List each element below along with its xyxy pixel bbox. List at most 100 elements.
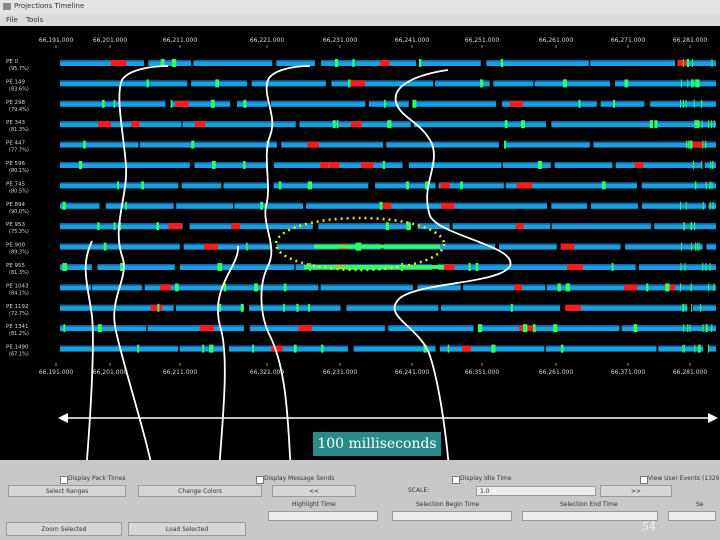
busy-segment-edge [708,345,716,348]
selection-length-label: Se [696,501,704,508]
message-send-mark [557,283,561,292]
busy-segment-edge [273,182,369,184]
message-send-mark [694,344,696,353]
message-send-mark [562,79,568,88]
select-ranges-button[interactable]: Select Ranges [8,485,126,497]
busy-segment-edge [692,304,716,307]
message-send-mark [687,79,689,88]
message-send-mark [278,181,282,190]
message-send-mark [352,59,355,67]
busy-segment-edge [193,60,273,62]
processor-utilization: (80.1%) [9,168,29,174]
menu-file[interactable]: File [6,16,18,24]
busy-segment-edge [331,80,434,82]
message-send-mark [696,242,698,251]
view-user-events-checkbox[interactable] [640,476,648,484]
display-message-sends-label: Display Message Sends [264,475,335,482]
menu-tools[interactable]: Tools [26,16,43,24]
busy-segment-edge [419,60,481,62]
busy-segment-edge [191,80,248,82]
message-send-mark [685,303,687,312]
busy-segment-edge [183,243,271,246]
processor-label: PE 149 [6,79,26,85]
message-send-mark [692,79,694,88]
time-axis-top-tick: 66,281.000 [673,37,708,44]
message-send-mark [713,120,715,129]
busy-segment-edge [449,202,548,205]
message-send-mark [211,99,214,108]
processor-utilization: (79.4%) [9,107,29,113]
highlight-time-field[interactable] [268,511,378,521]
message-send-mark [504,120,508,129]
message-send-mark [246,242,248,251]
selection-end-time-field[interactable] [522,511,658,521]
idle-block [110,60,127,66]
busy-segment-edge [654,223,716,225]
time-axis-bottom-tick: 66,351.000 [465,369,500,376]
timeline-panel[interactable]: 66,191.000 66,201.000 66,211.000 66,221.000… [0,26,720,460]
processor-utilization: (81.3%) [9,127,29,133]
message-send-mark [689,324,691,333]
message-send-mark [694,120,699,129]
selection-length-field[interactable] [668,511,716,521]
zoom-selected-button[interactable]: Zoom Selected [6,522,122,536]
scroll-left-button[interactable]: << [272,485,356,497]
selection-begin-time-field[interactable] [392,511,512,521]
timeline-canvas[interactable]: 66,191.000 66,201.000 66,211.000 66,221.000… [0,26,720,460]
message-send-mark [613,99,616,108]
message-send-mark [649,120,654,129]
scale-arrow-right-head [708,413,718,423]
message-send-mark [694,222,696,231]
processor-utilization: (72.7%) [9,311,29,317]
message-send-mark [693,99,695,108]
message-send-mark [321,344,324,353]
message-send-mark [103,242,107,251]
message-send-mark [702,201,704,210]
processor-label: PE 1192 [6,304,29,310]
idle-block [441,202,455,209]
message-send-mark [695,79,700,88]
scale-input[interactable]: 1.0 [476,486,596,496]
busy-segment-edge [139,141,277,144]
idle-block [160,284,171,291]
change-colors-button[interactable]: Change Colors [138,485,262,497]
message-send-mark [348,79,351,88]
message-send-mark [690,140,692,149]
message-send-mark [692,161,694,169]
message-send-mark [500,59,504,67]
idle-block [560,243,575,250]
idle-block [320,162,329,168]
window-menu-icon[interactable] [3,3,11,10]
message-send-mark [480,79,484,88]
message-send-mark [685,201,687,210]
scale-label: SCALE: [408,487,430,494]
message-send-mark [665,283,670,292]
message-send-mark [709,181,711,190]
message-send-mark [553,324,558,333]
load-selected-button[interactable]: Load Selected [128,522,246,536]
idle-block [440,182,450,189]
message-send-mark [97,324,102,333]
display-message-sends-checkbox[interactable] [256,476,264,484]
message-send-mark [97,222,100,231]
message-send-mark [283,303,285,312]
scroll-right-button[interactable]: >> [600,485,672,497]
processor-label: PE 745 [6,181,26,187]
message-send-mark [702,263,704,271]
message-send-mark [683,324,685,333]
processor-label: PE 1341 [6,324,29,330]
message-send-mark [385,222,389,231]
busy-segment-edge [105,202,174,205]
busy-segment-edge [97,264,175,266]
time-axis-bottom-tick: 66,371.000 [611,369,646,376]
message-send-mark [705,181,707,190]
message-send-mark [685,99,687,108]
window-title: Projections Timeline [14,2,85,10]
display-idle-time-checkbox[interactable] [452,476,460,484]
time-axis-top-tick: 66,211.000 [163,37,198,44]
busy-segment-edge [60,100,166,103]
display-pack-times-checkbox[interactable] [60,476,68,484]
message-send-mark [477,324,483,333]
message-send-mark [522,324,528,333]
busy-segment-edge [234,202,304,205]
